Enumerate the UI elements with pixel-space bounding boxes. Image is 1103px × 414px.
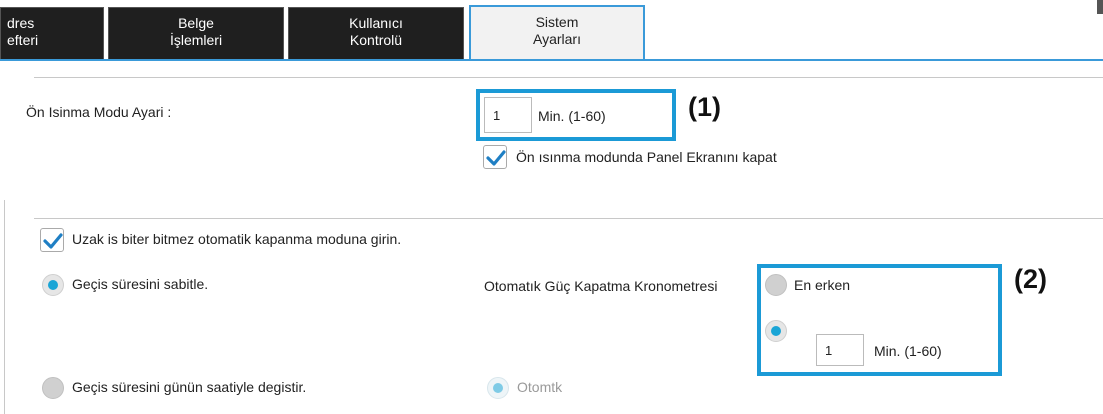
scrollbar-thumb[interactable] <box>1097 0 1103 14</box>
power-off-unit-label: Min. (1-60) <box>874 343 942 359</box>
tab-label-line2: İşlemleri <box>169 32 223 48</box>
tab-label-line1: Kullanıcı <box>349 15 403 31</box>
checkmark-icon <box>486 150 506 166</box>
tab-bar: dres efteri Belge İşlemleri Kullanıcı Ko… <box>0 0 1103 60</box>
power-off-minutes-input[interactable] <box>816 334 864 366</box>
callout-1: (1) <box>688 92 721 122</box>
panel-off-checkbox[interactable] <box>483 145 507 169</box>
auto-label: Otomtk <box>517 379 563 395</box>
auto-radio[interactable] <box>487 377 509 399</box>
tab-user-control[interactable]: Kullanıcı Kontrolü <box>288 7 464 59</box>
callout-2: (2) <box>1014 264 1047 294</box>
tab-label-line2: Kontrolü <box>349 32 403 48</box>
tab-label-line2: efteri <box>7 32 39 48</box>
tab-label-line1: dres <box>7 15 35 31</box>
earliest-radio[interactable] <box>765 274 787 296</box>
preheat-mode-label: Ön Isinma Modu Ayari : <box>26 104 172 120</box>
time-of-day-label: Geçis süresini günün saatiyle degistir. <box>72 379 307 395</box>
earliest-label: En erken <box>794 277 851 293</box>
fixed-transition-radio[interactable] <box>42 274 64 296</box>
fixed-transition-label: Geçis süresini sabitle. <box>72 276 209 292</box>
frame-left-border <box>4 200 5 414</box>
tab-label-line1: Belge <box>178 15 214 31</box>
custom-time-radio[interactable] <box>765 320 787 342</box>
panel-off-label: Ön ısınma modunda Panel Ekranını kapat <box>516 149 777 165</box>
tab-label-line2: Ayarları <box>533 31 581 47</box>
auto-power-off-label: Uzak is biter bitmez otomatik kapanma mo… <box>72 231 402 247</box>
time-of-day-radio[interactable] <box>42 377 64 399</box>
auto-power-off-timer-label: Otomatık Güç Kapatma Kronometresi <box>484 278 718 294</box>
tab-label-line1: Sistem <box>535 14 579 30</box>
auto-power-off-checkbox[interactable] <box>40 228 64 252</box>
preheat-minutes-input[interactable] <box>484 97 532 133</box>
preheat-unit-label: Min. (1-60) <box>538 108 606 124</box>
tab-system-settings[interactable]: Sistem Ayarları <box>469 5 645 60</box>
tab-address-book[interactable]: dres efteri <box>0 7 104 59</box>
tab-document-operations[interactable]: Belge İşlemleri <box>108 7 284 59</box>
section-divider <box>34 77 1103 78</box>
tab-underline <box>0 59 1103 61</box>
checkmark-icon <box>43 233 63 249</box>
section-divider <box>34 218 1103 219</box>
